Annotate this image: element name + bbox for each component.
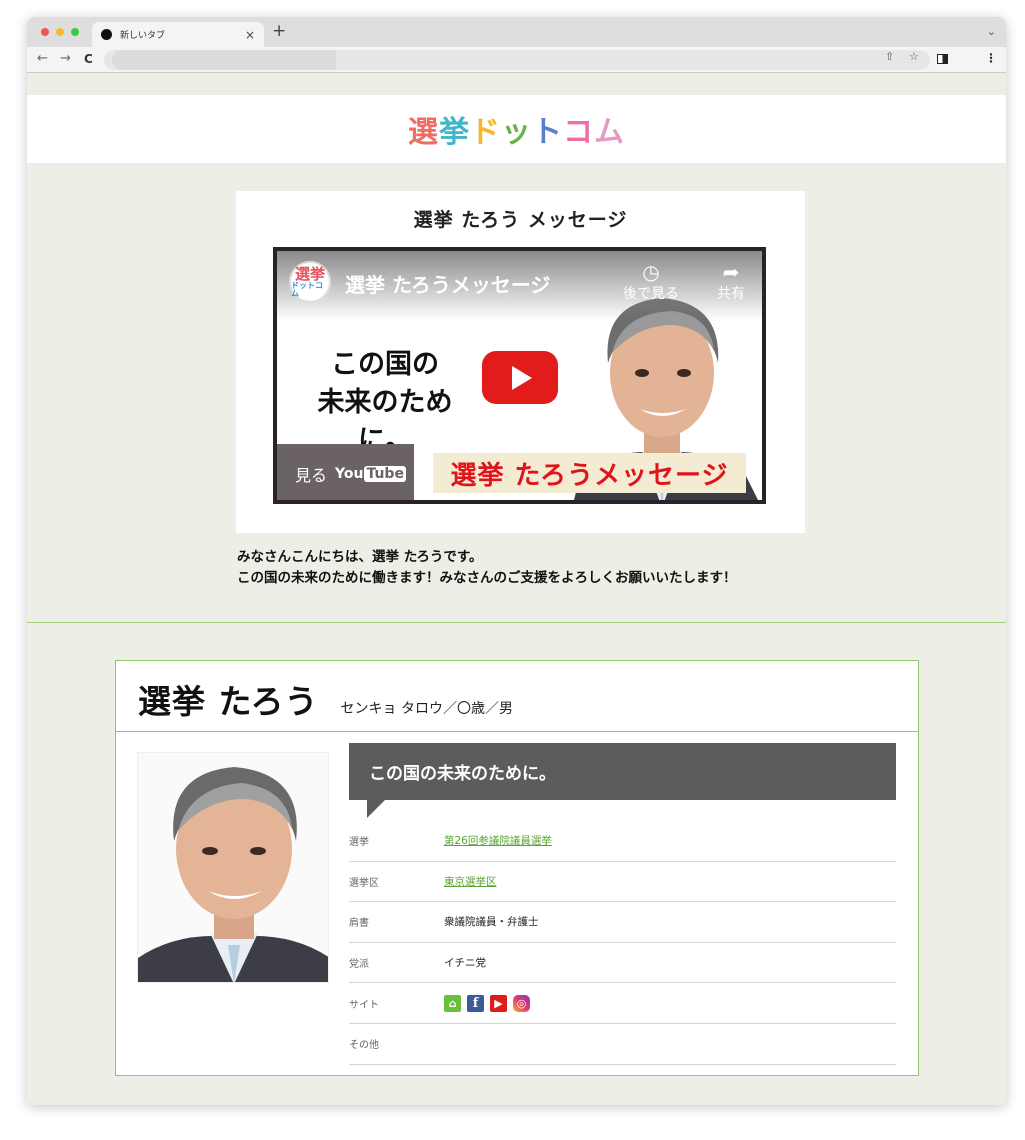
profile-info-key: 党派 [349, 959, 369, 971]
home-icon[interactable]: ⌂ [444, 994, 461, 1012]
address-bar[interactable] [104, 50, 930, 70]
candidate-details: センキョ タロウ／〇歳／男 [340, 701, 513, 717]
logo-letter: 挙 [439, 115, 470, 150]
youtube-icon[interactable]: ▶ [490, 994, 507, 1012]
candidate-profile: 選挙 たろう センキョ タロウ／〇歳／男 この国の未来のために。 選挙 第26回… [115, 660, 919, 1076]
profile-info-key: サイト [349, 999, 379, 1011]
page-content: 選挙ドットコム 選挙 たろう メッセージ 選挙 ドットコム 選挙 たろうメッセー… [27, 95, 1006, 1105]
section-divider [27, 622, 1006, 623]
share-button[interactable]: ➦ 共有 [717, 261, 745, 303]
site-logo[interactable]: 選挙ドットコム [408, 107, 625, 151]
channel-avatar-icon[interactable]: 選挙 ドットコム [289, 261, 331, 303]
candidate-name: 選挙 たろう [138, 682, 319, 721]
logo-letter: ド [470, 115, 501, 150]
youtube-logo-tube: Tube [364, 466, 406, 482]
profile-info-row: 肩書 衆議院議員・弁護士 [349, 902, 896, 943]
logo-letter: ッ [501, 115, 532, 150]
logo-letter: コ [563, 115, 594, 150]
profile-info-key: 選挙 [349, 837, 369, 849]
greeting-line-1: みなさんこんにちは、選挙 たろうです。 [237, 549, 483, 565]
watch-on-youtube-button[interactable]: 見る You Tube [277, 444, 414, 500]
logo-letter: ム [594, 115, 625, 150]
tab-search-chevron-icon[interactable]: ⌄ [987, 25, 996, 38]
profile-header: 選挙 たろう センキョ タロウ／〇歳／男 [116, 661, 918, 732]
share-arrow-icon: ➦ [722, 260, 740, 284]
profile-info-link[interactable]: 東京選挙区 [444, 874, 497, 889]
browser-toolbar: ← → C ⇧ ☆ ⋮ [27, 47, 1006, 73]
reload-button[interactable]: C [84, 52, 93, 66]
site-links: ⌂ f ▶ ◎ [444, 994, 530, 1012]
profile-info-key: その他 [349, 1040, 379, 1052]
greeting-line-2: この国の未来のために働きます！みなさんのご支援をよろしくお願いいたします！ [237, 570, 737, 586]
profile-info-row: 選挙 第26回参議院議員選挙 [349, 821, 896, 862]
speech-bubble-tail [367, 800, 385, 818]
profile-info-key: 選挙区 [349, 877, 379, 889]
forward-button[interactable]: → [60, 51, 71, 66]
profile-info-table: 選挙 第26回参議院議員選挙選挙区 東京選挙区肩書 衆議院議員・弁護士党派 イチニ党サイ… [349, 821, 896, 1065]
tab-bar: 新しいタブ × + ⌄ [27, 17, 1006, 47]
close-window-button[interactable] [41, 28, 49, 36]
candidate-photo [137, 752, 329, 983]
profile-info-value: 衆議院議員・弁護士 [444, 916, 539, 929]
profile-info-row: サイト ⌂ f ▶ ◎ [349, 983, 896, 1024]
browser-menu-icon[interactable]: ⋮ [985, 51, 997, 65]
maximize-window-button[interactable] [71, 28, 79, 36]
video-banner: 選挙 たろうメッセージ [433, 453, 746, 493]
instagram-icon[interactable]: ◎ [513, 994, 530, 1012]
tab-title: 新しいタブ [120, 31, 166, 41]
message-title: 選挙 たろう メッセージ [413, 209, 628, 231]
minimize-window-button[interactable] [56, 28, 64, 36]
profile-info-key: 肩書 [349, 918, 369, 930]
watch-later-label: 後で見る [623, 286, 679, 302]
logo-letter: 選 [408, 115, 439, 150]
profile-info-value: イチニ党 [444, 957, 486, 970]
favicon-icon [101, 29, 112, 40]
youtube-logo-you: You [335, 466, 364, 482]
play-button[interactable] [482, 351, 558, 404]
browser-window: 新しいタブ × + ⌄ ← → C ⇧ ☆ ⋮ 選挙ドットコム 選挙 たろう メ… [27, 17, 1006, 1105]
side-panel-icon[interactable] [937, 54, 948, 64]
channel-avatar-top: 選挙 [294, 264, 325, 283]
video-headline-line1: この国の [331, 349, 439, 380]
profile-info-row: 選挙区 東京選挙区 [349, 862, 896, 903]
profile-info-link[interactable]: 第26回参議院議員選挙 [444, 833, 552, 848]
play-icon [512, 365, 532, 390]
new-tab-button[interactable]: + [272, 21, 286, 41]
bookmark-star-icon[interactable]: ☆ [909, 50, 919, 63]
share-label: 共有 [717, 286, 745, 302]
tab-close-icon[interactable]: × [245, 28, 255, 42]
channel-avatar-bottom: ドットコム [291, 280, 323, 298]
watch-on-label: 見る [295, 466, 328, 485]
greeting-text: みなさんこんにちは、選挙 たろうです。 この国の未来のために働きます！みなさんの… [237, 547, 737, 589]
profile-info-row: その他 [349, 1024, 896, 1065]
video-player[interactable]: 選挙 ドットコム 選挙 たろうメッセージ ◷ 後で見る ➦ 共有 この国の 未来… [273, 247, 766, 504]
video-headline: この国の 未来のために。 [295, 346, 475, 460]
address-bar-text [112, 50, 336, 70]
site-header: 選挙ドットコム [27, 95, 1006, 163]
clock-icon: ◷ [642, 260, 660, 284]
profile-info-row: 党派 イチニ党 [349, 943, 896, 984]
video-title[interactable]: 選挙 たろうメッセージ [345, 269, 550, 298]
tab-new[interactable]: 新しいタブ × [92, 22, 264, 47]
logo-letter: ト [532, 115, 563, 150]
catchphrase-box: この国の未来のために。 [349, 743, 896, 800]
message-card: 選挙 たろう メッセージ 選挙 ドットコム 選挙 たろうメッセージ ◷ 後で見る… [236, 191, 805, 533]
youtube-logo-icon: You Tube [335, 466, 406, 482]
watch-later-button[interactable]: ◷ 後で見る [623, 261, 679, 303]
facebook-icon[interactable]: f [467, 994, 484, 1012]
back-button[interactable]: ← [37, 51, 48, 66]
share-icon[interactable]: ⇧ [885, 50, 894, 63]
